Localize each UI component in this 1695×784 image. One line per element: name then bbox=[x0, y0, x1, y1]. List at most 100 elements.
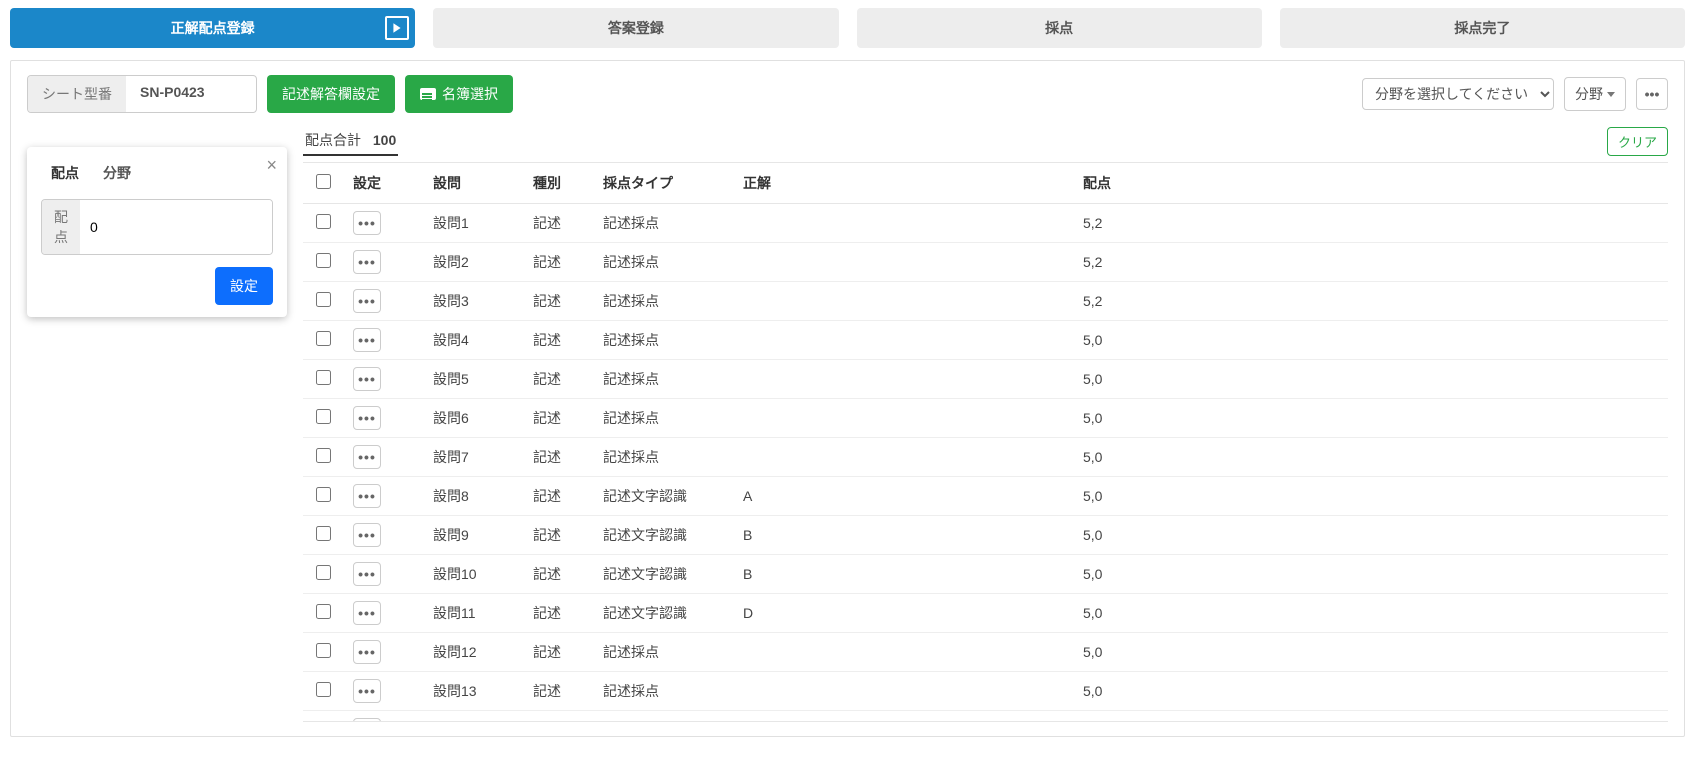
close-button[interactable]: × bbox=[266, 155, 277, 176]
cell-kind: 記述 bbox=[523, 555, 593, 594]
ellipsis-icon: ••• bbox=[358, 527, 376, 543]
row-settings-button[interactable]: ••• bbox=[353, 250, 381, 274]
cell-score: 5,0 bbox=[1073, 516, 1668, 555]
cell-question: 設問11 bbox=[423, 594, 523, 633]
score-total-value: 100 bbox=[373, 132, 396, 148]
row-settings-button[interactable]: ••• bbox=[353, 523, 381, 547]
step-advance-button[interactable] bbox=[385, 16, 409, 40]
row-checkbox[interactable] bbox=[316, 721, 331, 722]
step-label: 答案登録 bbox=[608, 20, 664, 36]
row-settings-button[interactable]: ••• bbox=[353, 718, 381, 722]
row-checkbox[interactable] bbox=[316, 526, 331, 541]
cell-answer: D bbox=[733, 594, 1073, 633]
row-settings-button[interactable]: ••• bbox=[353, 445, 381, 469]
row-checkbox[interactable] bbox=[316, 292, 331, 307]
step-grading-complete[interactable]: 採点完了 bbox=[1280, 8, 1685, 48]
step-label: 正解配点登録 bbox=[171, 20, 255, 36]
tab-score[interactable]: 配点 bbox=[41, 159, 89, 189]
clear-button[interactable]: クリア bbox=[1607, 127, 1668, 156]
cell-kind: 記述 bbox=[523, 360, 593, 399]
row-checkbox[interactable] bbox=[316, 682, 331, 697]
button-label: 名簿選択 bbox=[442, 84, 498, 104]
cell-kind: 記述 bbox=[523, 321, 593, 360]
cell-score: 5,0 bbox=[1073, 594, 1668, 633]
summary-row: 配点合計 100 クリア bbox=[303, 127, 1668, 156]
step-grading[interactable]: 採点 bbox=[857, 8, 1262, 48]
cell-type: 記述採点 bbox=[593, 321, 733, 360]
row-checkbox[interactable] bbox=[316, 565, 331, 580]
field-select[interactable]: 分野を選択してください bbox=[1362, 78, 1554, 110]
step-answer-sheet[interactable]: 答案登録 bbox=[433, 8, 838, 48]
step-label: 採点 bbox=[1045, 20, 1073, 36]
cell-question: 設問2 bbox=[423, 243, 523, 282]
descriptive-column-setting-button[interactable]: 記述解答欄設定 bbox=[267, 75, 395, 113]
questions-table-wrap[interactable]: 設定 設問 種別 採点タイプ 正解 配点 •••設問1記述記述採点5,2•••設… bbox=[303, 162, 1668, 722]
step-answer-registration[interactable]: 正解配点登録 bbox=[10, 8, 415, 48]
button-label: 設定 bbox=[230, 276, 258, 296]
row-checkbox[interactable] bbox=[316, 253, 331, 268]
ellipsis-icon: ••• bbox=[358, 566, 376, 582]
list-icon bbox=[420, 88, 436, 100]
cell-kind: 記述 bbox=[523, 672, 593, 711]
cell-score: 5,0 bbox=[1073, 321, 1668, 360]
main-panel: シート型番 SN-P0423 記述解答欄設定 名簿選択 分野を選択してください … bbox=[10, 60, 1685, 737]
score-input[interactable] bbox=[80, 200, 273, 254]
table-row: •••設問8記述記述文字認識A5,0 bbox=[303, 477, 1668, 516]
row-checkbox[interactable] bbox=[316, 214, 331, 229]
cell-answer bbox=[733, 633, 1073, 672]
questions-table: 設定 設問 種別 採点タイプ 正解 配点 •••設問1記述記述採点5,2•••設… bbox=[303, 163, 1668, 722]
select-all-checkbox[interactable] bbox=[316, 174, 331, 189]
row-settings-button[interactable]: ••• bbox=[353, 484, 381, 508]
cell-answer bbox=[733, 672, 1073, 711]
table-row: •••設問2記述記述採点5,2 bbox=[303, 243, 1668, 282]
row-settings-button[interactable]: ••• bbox=[353, 562, 381, 586]
row-settings-button[interactable]: ••• bbox=[353, 640, 381, 664]
ellipsis-icon: ••• bbox=[358, 683, 376, 699]
cell-answer bbox=[733, 321, 1073, 360]
table-row: •••設問10記述記述文字認識B5,0 bbox=[303, 555, 1668, 594]
cell-answer bbox=[733, 399, 1073, 438]
header-checkbox bbox=[303, 163, 343, 204]
cell-kind: 記述 bbox=[523, 516, 593, 555]
chevron-down-icon bbox=[1607, 92, 1615, 97]
more-actions-button[interactable]: ••• bbox=[1636, 78, 1668, 110]
row-checkbox[interactable] bbox=[316, 331, 331, 346]
header-type: 採点タイプ bbox=[593, 163, 733, 204]
row-checkbox[interactable] bbox=[316, 448, 331, 463]
row-checkbox[interactable] bbox=[316, 643, 331, 658]
apply-setting-button[interactable]: 設定 bbox=[215, 267, 273, 305]
row-settings-button[interactable]: ••• bbox=[353, 679, 381, 703]
row-settings-button[interactable]: ••• bbox=[353, 601, 381, 625]
cell-question: 設問14 bbox=[423, 711, 523, 723]
list-select-button[interactable]: 名簿選択 bbox=[405, 75, 513, 113]
cell-question: 設問10 bbox=[423, 555, 523, 594]
row-checkbox[interactable] bbox=[316, 409, 331, 424]
ellipsis-icon: ••• bbox=[358, 293, 376, 309]
row-checkbox[interactable] bbox=[316, 370, 331, 385]
header-setting: 設定 bbox=[343, 163, 423, 204]
cell-answer bbox=[733, 282, 1073, 321]
row-checkbox[interactable] bbox=[316, 487, 331, 502]
ellipsis-icon: ••• bbox=[358, 215, 376, 231]
row-settings-button[interactable]: ••• bbox=[353, 289, 381, 313]
cell-score: 5,2 bbox=[1073, 282, 1668, 321]
row-settings-button[interactable]: ••• bbox=[353, 367, 381, 391]
table-row: •••設問4記述記述採点5,0 bbox=[303, 321, 1668, 360]
field-dropdown[interactable]: 分野 bbox=[1564, 77, 1626, 111]
card-tabs: 配点 分野 bbox=[41, 159, 273, 189]
row-settings-button[interactable]: ••• bbox=[353, 406, 381, 430]
table-row: •••設問1記述記述採点5,2 bbox=[303, 204, 1668, 243]
button-label: クリア bbox=[1618, 132, 1657, 151]
row-checkbox[interactable] bbox=[316, 604, 331, 619]
cell-type: 記述文字認識 bbox=[593, 477, 733, 516]
ellipsis-icon: ••• bbox=[358, 488, 376, 504]
tab-field[interactable]: 分野 bbox=[93, 159, 141, 189]
table-row: •••設問5記述記述採点5,0 bbox=[303, 360, 1668, 399]
cell-answer bbox=[733, 711, 1073, 723]
row-settings-button[interactable]: ••• bbox=[353, 211, 381, 235]
ellipsis-icon: ••• bbox=[358, 332, 376, 348]
cell-kind: 記述 bbox=[523, 438, 593, 477]
row-settings-button[interactable]: ••• bbox=[353, 328, 381, 352]
sheet-model-value: SN-P0423 bbox=[126, 76, 256, 112]
cell-question: 設問13 bbox=[423, 672, 523, 711]
